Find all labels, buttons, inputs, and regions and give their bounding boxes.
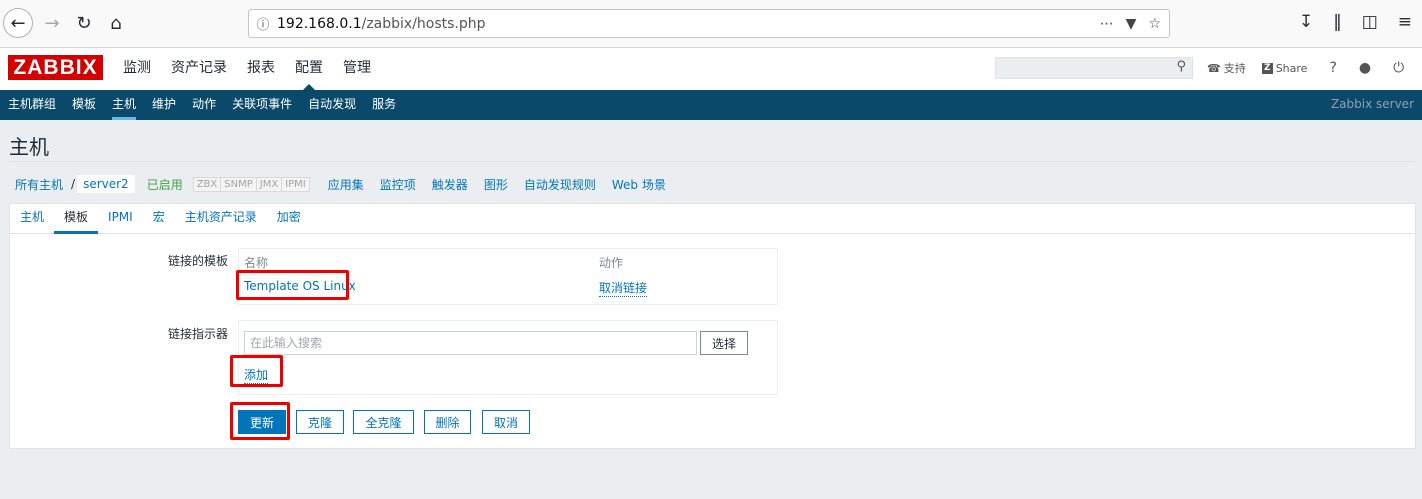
library-icon[interactable]: ‖: [1333, 12, 1342, 32]
headset-icon: ☎: [1207, 61, 1221, 75]
page-title: 主机: [9, 135, 49, 159]
linked-templates-table: 名称 动作 Template OS Linux 取消链接: [238, 248, 778, 305]
download-icon[interactable]: ↧: [1299, 12, 1313, 32]
tab-templates[interactable]: 模板: [54, 204, 99, 234]
badge-snmp: SNMP: [221, 177, 257, 191]
tab-host[interactable]: 主机: [10, 204, 54, 233]
delete-button[interactable]: 删除: [424, 410, 471, 434]
badge-jmx: JMX: [257, 177, 283, 191]
link-applications[interactable]: 应用集: [320, 176, 372, 193]
link-graphs[interactable]: 图形: [476, 176, 516, 193]
title-divider: [9, 161, 1415, 162]
zabbix-logo[interactable]: ZABBIX: [8, 55, 103, 80]
host-status[interactable]: 已启用: [147, 176, 183, 193]
menu-monitoring[interactable]: 监测: [113, 48, 161, 90]
tab-macros[interactable]: 宏: [143, 204, 175, 233]
user-profile-icon[interactable]: ●: [1359, 60, 1371, 76]
linked-templates-label: 链接的模板: [167, 254, 228, 268]
menu-administration[interactable]: 管理: [333, 48, 381, 90]
link-web-scenarios[interactable]: Web 场景: [604, 176, 674, 193]
main-menu: 监测 资产记录 报表 配置 管理: [113, 48, 381, 90]
breadcrumb-all-hosts[interactable]: 所有主机: [9, 176, 69, 193]
link-items[interactable]: 监控项: [372, 176, 424, 193]
help-link[interactable]: ?: [1329, 60, 1336, 76]
link-new-templates-box: 选择 添加: [238, 320, 778, 395]
pocket-icon[interactable]: ▼: [1126, 16, 1137, 32]
tab-inventory[interactable]: 主机资产记录: [175, 204, 267, 233]
home-icon[interactable]: ⌂: [101, 8, 131, 38]
sub-menu: 主机群组 模板 主机 维护 动作 关联项事件 自动发现 服务 Zabbix se…: [0, 90, 1422, 120]
submenu-discovery[interactable]: 自动发现: [300, 90, 364, 120]
col-action-header: 动作: [599, 256, 624, 270]
back-arrow-icon[interactable]: ←: [3, 8, 33, 38]
link-new-templates-label: 链接指示器: [167, 327, 228, 341]
reload-icon[interactable]: ↻: [69, 8, 99, 38]
forward-arrow-icon[interactable]: →: [37, 8, 67, 38]
submenu-actions[interactable]: 动作: [184, 90, 224, 120]
bookmark-star-icon[interactable]: ☆: [1148, 16, 1161, 32]
menu-inventory[interactable]: 资产记录: [161, 48, 237, 90]
template-link[interactable]: Template OS Linux: [244, 279, 356, 293]
breadcrumb-host[interactable]: server2: [77, 175, 135, 193]
url-text[interactable]: 192.168.0.1/zabbix/hosts.php: [277, 16, 1100, 32]
template-search-input[interactable]: [244, 331, 697, 355]
info-icon[interactable]: ⓘ: [249, 14, 277, 33]
full-clone-button[interactable]: 全克隆: [353, 410, 414, 434]
badge-ipmi: IPMI: [285, 178, 306, 190]
page-actions-icon[interactable]: ⋯: [1100, 16, 1114, 32]
logout-power-icon[interactable]: ⏻: [1393, 60, 1404, 76]
hamburger-menu-icon[interactable]: ≡: [1398, 12, 1412, 32]
cancel-button[interactable]: 取消: [482, 410, 530, 434]
submenu-correlation[interactable]: 关联项事件: [224, 90, 300, 120]
col-name-header: 名称: [244, 256, 269, 270]
add-template-button[interactable]: 添加: [244, 366, 269, 384]
global-search-input[interactable]: ⚲: [995, 57, 1193, 79]
host-navigation: 所有主机 / server2 已启用 ZBX SNMP JMX IPMI 应用集…: [9, 172, 674, 196]
badge-zbx: ZBX: [194, 177, 222, 191]
breadcrumb-separator: /: [71, 177, 76, 191]
search-icon[interactable]: ⚲: [1176, 59, 1186, 74]
zabbix-header: ZABBIX 监测 资产记录 报表 配置 管理 ⚲ ☎ 支持 Z Share ? ●…: [0, 48, 1422, 90]
host-form: 主机 模板 IPMI 宏 主机资产记录 加密 链接的模板 名称 动作 Templ…: [9, 203, 1416, 449]
menu-reports[interactable]: 报表: [237, 48, 285, 90]
select-button[interactable]: 选择: [700, 331, 748, 355]
submenu-host-groups[interactable]: 主机群组: [0, 90, 64, 120]
submenu-hosts[interactable]: 主机: [104, 90, 144, 120]
link-discovery-rules[interactable]: 自动发现规则: [516, 176, 604, 193]
tab-ipmi[interactable]: IPMI: [98, 204, 143, 233]
availability-badges: ZBX SNMP JMX IPMI: [192, 176, 310, 192]
menu-configuration[interactable]: 配置: [285, 48, 333, 90]
submenu-maintenance[interactable]: 维护: [144, 90, 184, 120]
browser-toolbar: ← → ↻ ⌂ ⓘ 192.168.0.1/zabbix/hosts.php ⋯…: [0, 0, 1422, 48]
update-button[interactable]: 更新: [238, 410, 286, 434]
address-bar[interactable]: ⓘ 192.168.0.1/zabbix/hosts.php ⋯ ▼ ☆: [248, 9, 1170, 38]
server-name: Zabbix server: [1330, 97, 1414, 111]
clone-button[interactable]: 克隆: [296, 410, 344, 434]
share-link[interactable]: Z Share: [1261, 62, 1307, 75]
form-tabs: 主机 模板 IPMI 宏 主机资产记录 加密: [10, 204, 1415, 234]
submenu-templates[interactable]: 模板: [64, 90, 104, 120]
support-link[interactable]: ☎ 支持: [1207, 60, 1246, 76]
share-z-icon: Z: [1261, 62, 1273, 74]
submenu-services[interactable]: 服务: [364, 90, 404, 120]
link-triggers[interactable]: 触发器: [424, 176, 476, 193]
sidebar-icon[interactable]: ◫: [1362, 12, 1378, 32]
tab-encryption[interactable]: 加密: [267, 204, 311, 233]
unlink-button[interactable]: 取消链接: [599, 279, 648, 297]
